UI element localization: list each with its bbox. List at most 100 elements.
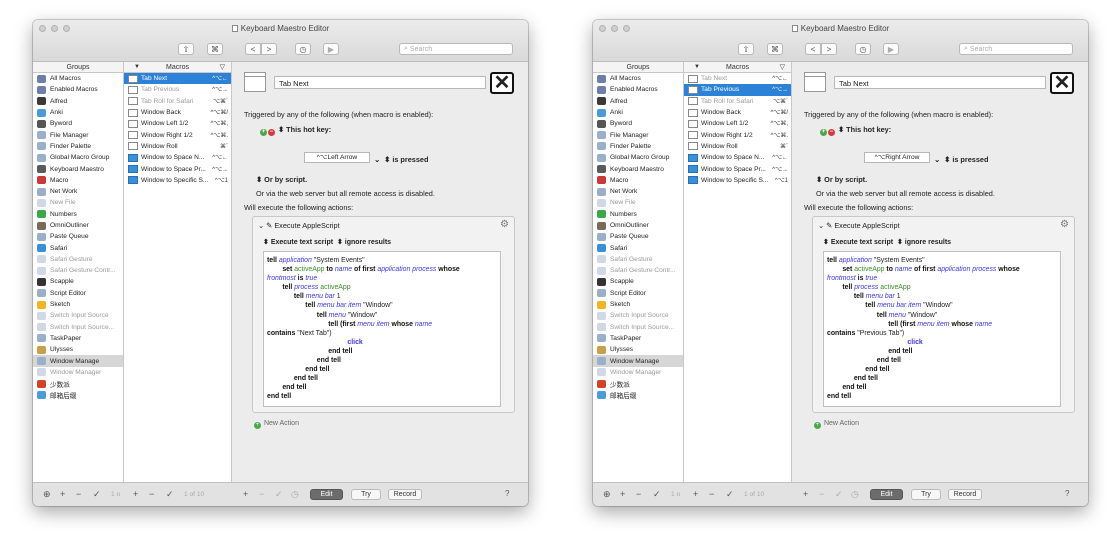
- edit-button[interactable]: Edit: [870, 489, 903, 500]
- execute-applescript-action[interactable]: ⌄ ✎ Execute AppleScript ⚙ ⬍ Execute text…: [252, 216, 515, 413]
- try-button[interactable]: Try: [911, 489, 941, 500]
- clock-icon[interactable]: ◷: [291, 489, 299, 500]
- check-icon[interactable]: ✓: [835, 489, 843, 500]
- applescript-text-editor[interactable]: tell application "System Events" set act…: [263, 251, 501, 407]
- enable-group-check[interactable]: ✓: [653, 489, 661, 500]
- macro-item[interactable]: Tab Roll for Safari ⌥⌘`: [684, 96, 791, 107]
- history-button[interactable]: ◷: [295, 43, 311, 55]
- filter-icon[interactable]: ▽: [780, 62, 785, 73]
- macro-item[interactable]: Window Roll ⌘`: [124, 141, 231, 152]
- remove-action-button[interactable]: −: [819, 489, 824, 499]
- group-item[interactable]: All Macros: [593, 73, 683, 84]
- check-icon[interactable]: ✓: [275, 489, 283, 500]
- macro-item[interactable]: Window to Specific S... ^⌥1: [124, 175, 231, 186]
- macro-item[interactable]: Window to Space N... ^⌥←: [124, 152, 231, 163]
- group-item[interactable]: Ulysses: [593, 344, 683, 355]
- add-trigger-icon[interactable]: +: [820, 129, 827, 136]
- applescript-text-editor[interactable]: tell application "System Events" set act…: [823, 251, 1061, 407]
- group-item[interactable]: Sketch: [593, 299, 683, 310]
- group-item[interactable]: Paste Queue: [33, 231, 123, 242]
- share-button[interactable]: ⇧: [178, 43, 194, 55]
- group-item[interactable]: Scapple: [593, 276, 683, 287]
- group-item[interactable]: Safari Gesture Contr...: [593, 265, 683, 276]
- forward-button[interactable]: >: [261, 43, 277, 55]
- group-item[interactable]: Paste Queue: [593, 231, 683, 242]
- exec-text-popup[interactable]: ⬍ Execute text script: [263, 239, 333, 246]
- filter-icon[interactable]: ▽: [220, 62, 225, 73]
- group-item[interactable]: Alfred: [33, 96, 123, 107]
- add-group-button[interactable]: +: [620, 489, 625, 499]
- group-item[interactable]: Script Editor: [33, 288, 123, 299]
- group-item[interactable]: 少数派: [593, 378, 683, 389]
- keyboard-shortcut-button[interactable]: ⌘: [207, 43, 223, 55]
- globe-icon[interactable]: ⊕: [603, 489, 611, 500]
- key-state-popup[interactable]: ⌄ ⬍ is pressed: [374, 155, 428, 164]
- remove-trigger-icon[interactable]: −: [828, 129, 835, 136]
- or-by-script[interactable]: ⬍ Or by script.: [816, 175, 867, 184]
- group-item[interactable]: OmniOutliner: [33, 220, 123, 231]
- group-item[interactable]: Global Macro Group: [593, 152, 683, 163]
- gear-icon[interactable]: ⚙: [500, 219, 509, 230]
- new-action-button[interactable]: + New Action: [814, 420, 859, 429]
- enable-macro-check[interactable]: ✓: [166, 489, 174, 500]
- macro-item[interactable]: Window to Specific S... ^⌥1: [684, 175, 791, 186]
- add-group-button[interactable]: +: [60, 489, 65, 499]
- group-item[interactable]: Macro: [33, 175, 123, 186]
- group-item[interactable]: TaskPaper: [593, 333, 683, 344]
- group-item[interactable]: Switch Input Source: [33, 310, 123, 321]
- clock-icon[interactable]: ◷: [851, 489, 859, 500]
- group-item[interactable]: Window Manager: [33, 367, 123, 378]
- group-item[interactable]: Alfred: [593, 96, 683, 107]
- gear-icon[interactable]: ⚙: [1060, 219, 1069, 230]
- macro-icon[interactable]: [244, 72, 266, 92]
- macro-item[interactable]: Window Right 1/2 ^⌥⌘.: [684, 129, 791, 140]
- group-item[interactable]: New File: [33, 197, 123, 208]
- add-macro-button[interactable]: +: [133, 489, 138, 499]
- group-item[interactable]: TaskPaper: [33, 333, 123, 344]
- globe-icon[interactable]: ⊕: [43, 489, 51, 500]
- group-item[interactable]: File Manager: [33, 129, 123, 140]
- macro-item[interactable]: Tab Next ^⌥←: [684, 73, 791, 84]
- group-item[interactable]: File Manager: [593, 129, 683, 140]
- group-item[interactable]: Byword: [593, 118, 683, 129]
- macro-item[interactable]: Window to Space Pr... ^⌥→: [124, 163, 231, 174]
- group-item[interactable]: Numbers: [33, 209, 123, 220]
- macro-item[interactable]: Window Right 1/2 ^⌥⌘.: [124, 129, 231, 140]
- group-item[interactable]: Enabled Macros: [593, 84, 683, 95]
- macro-item[interactable]: Window Roll ⌘`: [684, 141, 791, 152]
- add-macro-button[interactable]: +: [693, 489, 698, 499]
- group-item[interactable]: Finder Palette: [33, 141, 123, 152]
- sort-icon[interactable]: ▼: [134, 62, 140, 73]
- macro-item[interactable]: Window Back ^⌥⌘/: [684, 107, 791, 118]
- group-item[interactable]: Sketch: [33, 299, 123, 310]
- group-item[interactable]: New File: [593, 197, 683, 208]
- macro-item[interactable]: Window Back ^⌥⌘/: [124, 107, 231, 118]
- macro-item[interactable]: Window Left 1/2 ^⌥⌘,: [684, 118, 791, 129]
- group-item[interactable]: Switch Input Source...: [33, 322, 123, 333]
- group-item[interactable]: Keyboard Maestro: [33, 163, 123, 174]
- run-button[interactable]: ▶: [323, 43, 339, 55]
- group-item[interactable]: 邮箱后缀: [33, 389, 123, 400]
- group-item[interactable]: 少数派: [33, 378, 123, 389]
- help-button[interactable]: ?: [505, 489, 509, 498]
- help-button[interactable]: ?: [1065, 489, 1069, 498]
- keyboard-shortcut-button[interactable]: ⌘: [767, 43, 783, 55]
- ignore-results-popup[interactable]: ⬍ ignore results: [897, 239, 951, 246]
- search-field[interactable]: ⌕ Search: [399, 43, 513, 55]
- group-item[interactable]: Safari Gesture Contr...: [33, 265, 123, 276]
- hotkey-field[interactable]: ^⌥Left Arrow: [304, 152, 370, 163]
- group-item[interactable]: Window Manage: [593, 355, 683, 367]
- exec-text-popup[interactable]: ⬍ Execute text script: [823, 239, 893, 246]
- edit-button[interactable]: Edit: [310, 489, 343, 500]
- hotkey-field[interactable]: ^⌥Right Arrow: [864, 152, 930, 163]
- macro-item[interactable]: Tab Next ^⌥←: [124, 73, 231, 85]
- group-item[interactable]: Safari: [33, 242, 123, 253]
- macro-item[interactable]: Window to Space N... ^⌥←: [684, 152, 791, 163]
- group-item[interactable]: OmniOutliner: [593, 220, 683, 231]
- group-item[interactable]: Safari: [593, 242, 683, 253]
- remove-trigger-icon[interactable]: −: [268, 129, 275, 136]
- group-item[interactable]: Keyboard Maestro: [593, 163, 683, 174]
- search-field[interactable]: ⌕ Search: [959, 43, 1073, 55]
- macro-item[interactable]: Window Left 1/2 ^⌥⌘,: [124, 118, 231, 129]
- group-item[interactable]: Safari Gesture: [33, 254, 123, 265]
